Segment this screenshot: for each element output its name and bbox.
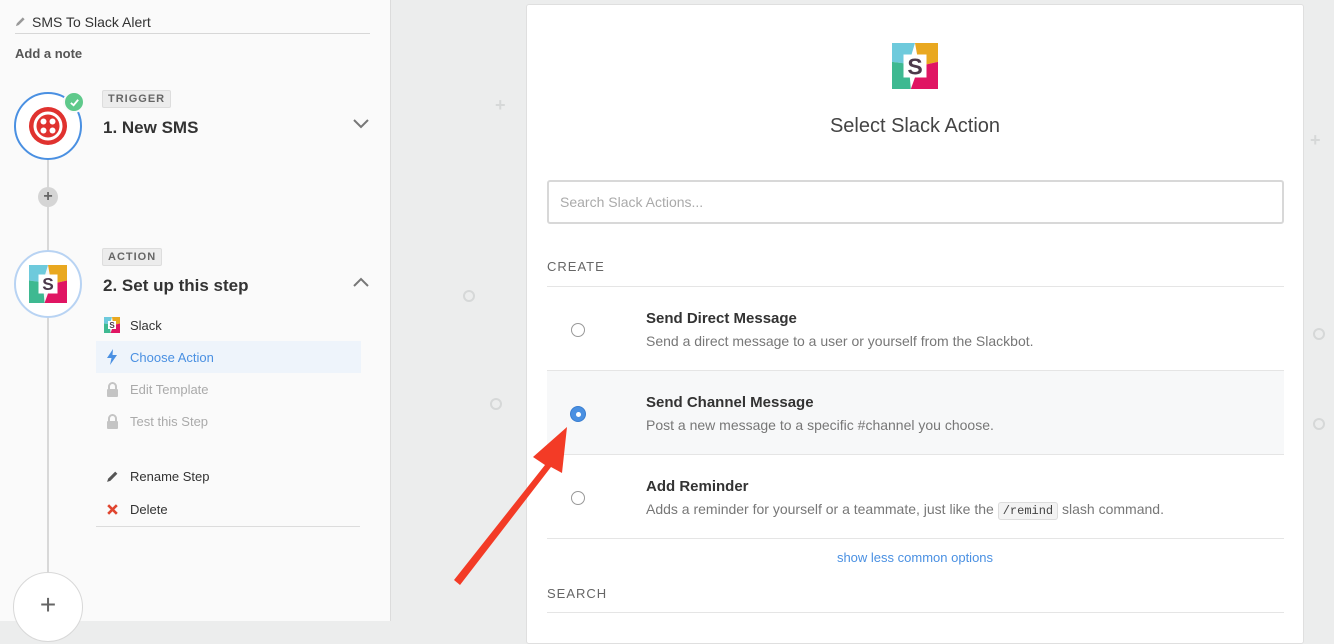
option-description: Post a new message to a specific #channe…: [646, 417, 994, 433]
substep-label: Edit Template: [130, 381, 209, 397]
remind-command-code: /remind: [997, 502, 1059, 520]
add-note-link[interactable]: Add a note: [15, 46, 82, 61]
svg-text:S: S: [907, 53, 922, 79]
substep-label: Test this Step: [130, 413, 209, 429]
slack-icon: S: [104, 317, 120, 333]
option-title: Add Reminder: [646, 478, 749, 495]
lock-icon: [104, 381, 120, 397]
description-text: Adds a reminder for yourself or a teamma…: [646, 501, 994, 517]
pencil-icon: [104, 469, 120, 485]
timeline-connector: [47, 150, 49, 580]
section-divider: [547, 612, 1284, 613]
search-actions-input[interactable]: [547, 180, 1284, 224]
trigger-step-name[interactable]: 1. New SMS: [103, 118, 198, 138]
svg-text:S: S: [42, 274, 54, 294]
action-step-name[interactable]: 2. Set up this step: [103, 276, 248, 296]
action-substeps: S Slack Choose Action Edit Template Test…: [96, 309, 361, 437]
zap-title-field[interactable]: SMS To Slack Alert: [15, 10, 370, 34]
show-less-options-link[interactable]: show less common options: [527, 550, 1303, 565]
option-add-reminder[interactable]: Add Reminder Adds a reminder for yoursel…: [547, 455, 1284, 539]
option-description: Send a direct message to a user or yours…: [646, 333, 1034, 349]
slack-icon: S: [29, 265, 67, 303]
add-step-button[interactable]: +: [13, 572, 83, 642]
option-send-direct-message[interactable]: Send Direct Message Send a direct messag…: [547, 287, 1284, 371]
chevron-down-icon[interactable]: [352, 118, 370, 130]
action-options-list: Send Direct Message Send a direct messag…: [547, 286, 1284, 539]
chevron-up-icon[interactable]: [352, 276, 370, 288]
delete-step-label: Delete: [130, 502, 168, 517]
lock-icon: [104, 413, 120, 429]
option-description: Adds a reminder for yourself or a teamma…: [646, 501, 1164, 520]
step-actions: Rename Step Delete: [96, 460, 360, 527]
description-text: slash command.: [1062, 501, 1164, 517]
decor-ring: [490, 398, 502, 410]
red-arrow-annotation: [454, 427, 567, 585]
substep-label: Choose Action: [130, 349, 214, 365]
trigger-tag: TRIGGER: [102, 90, 172, 108]
svg-text:S: S: [109, 321, 115, 330]
substep-edit-template[interactable]: Edit Template: [96, 373, 361, 405]
substep-label: Slack: [130, 317, 162, 333]
action-tag: ACTION: [102, 248, 163, 266]
option-title: Send Channel Message: [646, 394, 814, 411]
decor-ring: [463, 290, 475, 302]
action-step-icon[interactable]: S: [14, 250, 82, 318]
pencil-icon: [15, 17, 25, 27]
substep-app[interactable]: S Slack: [96, 309, 361, 341]
check-icon: [63, 91, 85, 113]
option-title: Send Direct Message: [646, 310, 797, 327]
create-section-label: CREATE: [547, 259, 605, 274]
delete-step-button[interactable]: Delete: [96, 493, 360, 526]
option-send-channel-message[interactable]: Send Channel Message Post a new message …: [547, 371, 1284, 455]
zap-editor-sidebar: SMS To Slack Alert Add a note TRIGGER 1.…: [0, 0, 391, 642]
radio-button[interactable]: [571, 323, 585, 337]
decor-ring: [1313, 328, 1325, 340]
lightning-icon: [104, 349, 120, 365]
rename-step-label: Rename Step: [130, 469, 210, 484]
panel-title: Select Slack Action: [829, 115, 1001, 137]
decor-plus: +: [1310, 130, 1321, 150]
zap-title: SMS To Slack Alert: [32, 13, 151, 30]
add-step-between-button[interactable]: +: [38, 187, 58, 207]
select-action-panel: S Select Slack Action CREATE Send Direct…: [526, 4, 1304, 644]
rename-step-button[interactable]: Rename Step: [96, 460, 360, 493]
slack-icon: S: [892, 43, 938, 89]
substep-test-step[interactable]: Test this Step: [96, 405, 361, 437]
twilio-icon: [29, 107, 67, 145]
substep-choose-action[interactable]: Choose Action: [96, 341, 361, 373]
decor-ring: [1313, 418, 1325, 430]
decor-plus: +: [495, 95, 506, 115]
close-icon: [104, 502, 120, 518]
